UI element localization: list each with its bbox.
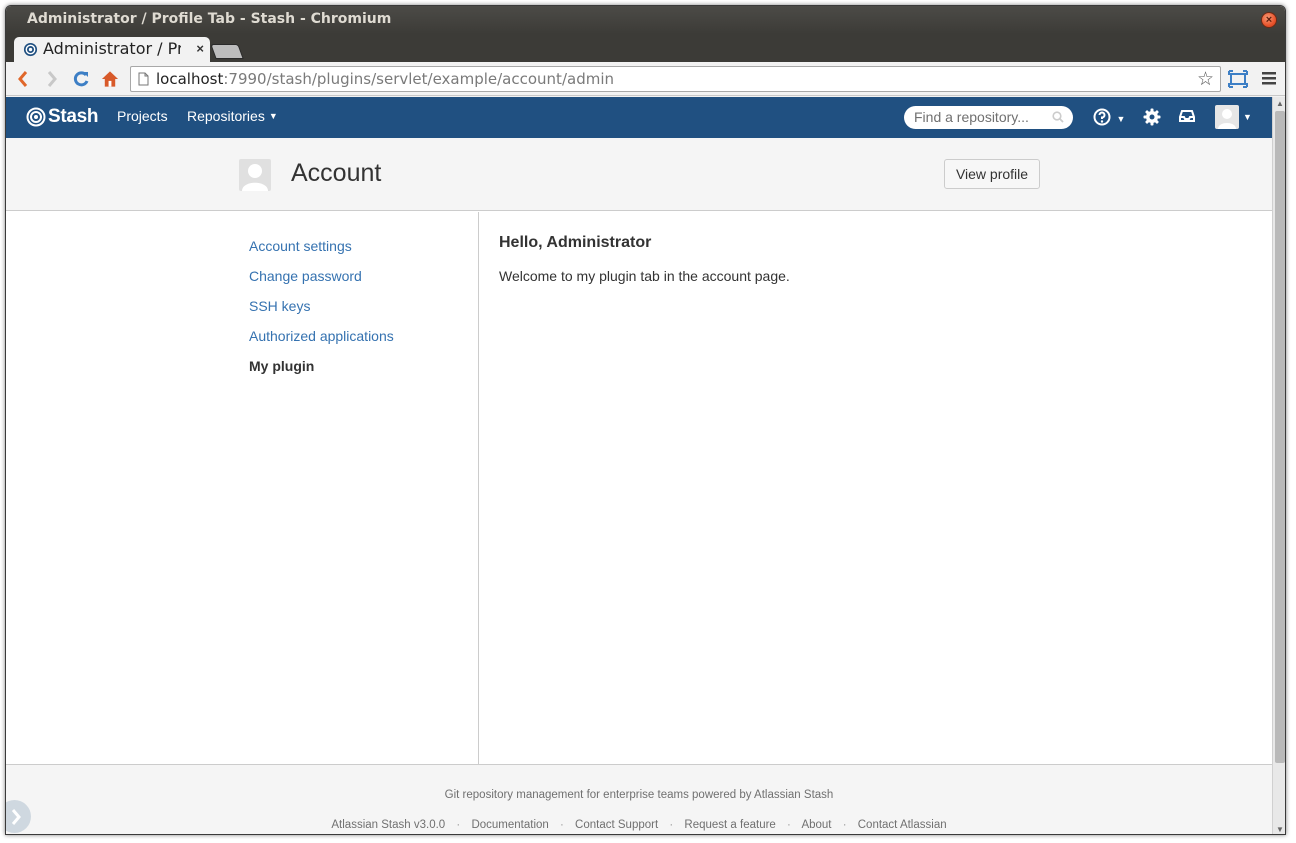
scroll-down-icon[interactable]: ▼ [1276, 825, 1284, 834]
nav-repositories-label: Repositories [187, 108, 265, 124]
url-path: :7990/stash/plugins/servlet/example/acco… [223, 70, 614, 88]
content-heading: Hello, Administrator [499, 234, 652, 251]
content-text: Welcome to my plugin tab in the account … [499, 268, 790, 284]
user-avatar-icon [1218, 109, 1236, 129]
stash-logo[interactable]: Stash [26, 106, 99, 128]
browser-toolbar: localhost:7990/stash/plugins/servlet/exa… [6, 62, 1285, 96]
menu-button[interactable] [1262, 70, 1276, 91]
reload-icon [73, 71, 89, 87]
scrollbar-thumb[interactable] [1275, 111, 1285, 763]
app-header: Stash Projects Repositories ▼ Find a repo… [6, 97, 1272, 138]
back-button[interactable] [14, 70, 32, 88]
chevron-left-icon [18, 71, 28, 87]
url-text: localhost:7990/stash/plugins/servlet/exa… [156, 70, 614, 88]
help-icon [1093, 108, 1111, 126]
fullscreen-button[interactable] [1228, 70, 1248, 93]
admin-settings-button[interactable] [1143, 108, 1161, 131]
scroll-up-icon[interactable]: ▲ [1276, 99, 1284, 108]
repository-search-input[interactable]: Find a repository... [904, 106, 1073, 129]
sidebar-item-account-settings[interactable]: Account settings [249, 238, 352, 254]
reload-button[interactable] [72, 70, 90, 88]
window-close-button[interactable]: × [1261, 12, 1277, 28]
nav-repositories[interactable]: Repositories ▼ [187, 108, 278, 124]
stash-favicon-icon [23, 42, 38, 57]
chevron-right-icon [47, 71, 57, 87]
vertical-scrollbar[interactable]: ▲ ▼ [1272, 97, 1285, 834]
stash-logo-icon [26, 107, 46, 127]
search-icon [1052, 111, 1064, 123]
avatar [239, 159, 271, 191]
tab-close-icon[interactable]: × [196, 41, 204, 56]
footer-link-documentation[interactable]: Documentation [471, 819, 548, 831]
browser-window: Administrator / Profile Tab - Stash - Ch… [5, 5, 1286, 835]
footer-link-feature[interactable]: Request a feature [684, 819, 775, 831]
new-tab-button[interactable] [210, 44, 244, 59]
footer-separator: · [669, 819, 674, 831]
footer-separator: · [560, 819, 564, 831]
gear-icon [1143, 108, 1161, 126]
url-host: localhost [156, 70, 224, 88]
address-bar[interactable]: localhost:7990/stash/plugins/servlet/exa… [130, 66, 1221, 92]
user-avatar-button[interactable] [1215, 105, 1239, 129]
footer-version: Atlassian Stash v3.0.0 [331, 819, 446, 831]
chevron-right-icon [11, 808, 21, 825]
sidebar-item-authorized-applications[interactable]: Authorized applications [249, 328, 394, 344]
page-header: Account View profile [6, 138, 1272, 211]
title-bar: Administrator / Profile Tab - Stash - Ch… [6, 6, 1285, 34]
footer-separator: · [842, 819, 847, 831]
tab-strip: Administrator / Profile Tab - Stash × [6, 34, 1285, 62]
user-avatar-icon [242, 164, 268, 191]
window-title: Administrator / Profile Tab - Stash - Ch… [27, 11, 392, 27]
star-icon[interactable]: ☆ [1197, 68, 1214, 91]
page-viewport: Stash Projects Repositories ▼ Find a repo… [6, 97, 1272, 834]
help-menu[interactable]: ▼ [1093, 108, 1125, 131]
main-content: Hello, Administrator Welcome to my plugi… [480, 212, 1272, 764]
sidebar-item-change-password[interactable]: Change password [249, 268, 362, 284]
sidebar-item-ssh-keys[interactable]: SSH keys [249, 298, 310, 314]
footer-links: Atlassian Stash v3.0.0 · Documentation ·… [6, 819, 1272, 831]
page-icon [138, 72, 149, 86]
chevron-down-icon: ▼ [1116, 114, 1126, 124]
browser-tab[interactable]: Administrator / Profile Tab - Stash × [14, 37, 210, 62]
forward-button[interactable] [43, 70, 61, 88]
sidebar-item-my-plugin[interactable]: My plugin [249, 358, 314, 374]
footer-separator: · [456, 819, 461, 831]
footer-separator: · [787, 819, 791, 831]
account-sidebar: Account settings Change password SSH key… [6, 212, 479, 764]
chevron-down-icon[interactable]: ▼ [1243, 112, 1252, 122]
chevron-down-icon: ▼ [268, 111, 278, 121]
search-placeholder: Find a repository... [914, 109, 1029, 125]
nav-projects-label: Projects [117, 108, 168, 124]
footer-link-support[interactable]: Contact Support [575, 819, 658, 831]
logo-text: Stash [48, 106, 99, 127]
footer-tagline: Git repository management for enterprise… [444, 789, 834, 801]
home-button[interactable] [101, 70, 119, 88]
footer-link-contact[interactable]: Contact Atlassian [858, 819, 947, 831]
inbox-button[interactable] [1178, 108, 1196, 129]
tab-title: Administrator / Profile Tab - Stash [43, 39, 181, 58]
nav-projects[interactable]: Projects [117, 108, 168, 124]
fullscreen-icon [1228, 70, 1248, 88]
home-icon [101, 71, 119, 87]
inbox-icon [1179, 110, 1195, 122]
page-footer: Git repository management for enterprise… [6, 764, 1272, 834]
view-profile-button[interactable]: View profile [944, 159, 1040, 189]
hamburger-menu-icon [1262, 72, 1276, 85]
page-title: Account [291, 159, 382, 187]
footer-link-about[interactable]: About [801, 819, 831, 831]
